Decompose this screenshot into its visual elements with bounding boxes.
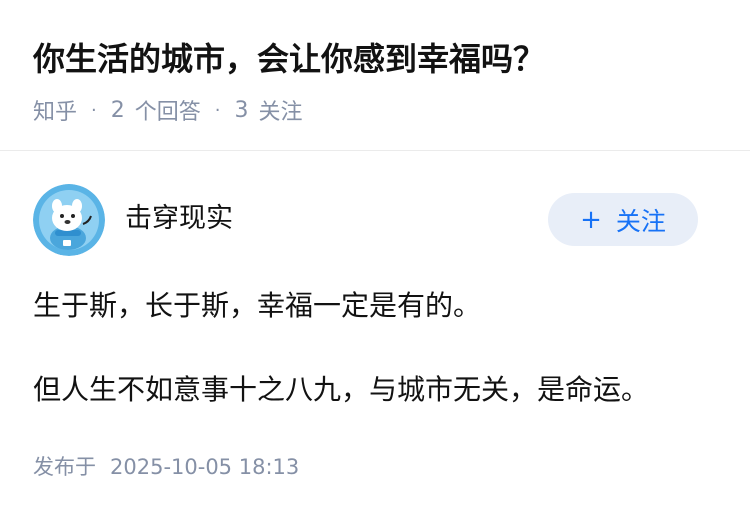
plus-icon: + — [580, 204, 602, 235]
author-name[interactable]: 击穿现实 — [125, 200, 233, 238]
question-meta: 知乎 · 2 个回答 · 3 关注 — [33, 94, 303, 126]
publish-timestamp: 2025-10-05 18:13 — [110, 455, 300, 479]
answer-count: 2 — [110, 97, 125, 123]
question-title[interactable]: 你生活的城市，会让你感到幸福吗？ — [33, 36, 545, 82]
cartoon-dog-avatar-icon — [33, 184, 105, 256]
question-header: 你生活的城市，会让你感到幸福吗？ 知乎 · 2 个回答 · 3 关注 — [0, 0, 750, 151]
publish-label: 发布于 — [33, 455, 96, 479]
source-label[interactable]: 知乎 — [33, 94, 77, 126]
separator-dot: · — [91, 99, 97, 121]
answer-paragraph: 生于斯，长于斯，幸福一定是有的。 — [33, 289, 482, 322]
answer-count-label[interactable]: 个回答 — [135, 94, 201, 126]
follow-button-label: 关注 — [615, 206, 666, 236]
separator-dot: · — [214, 99, 221, 121]
follow-count: 3 — [234, 97, 249, 123]
follow-author-button[interactable]: + 关注 — [548, 193, 698, 246]
answer-paragraph: 但人生不如意事十之八九，与城市无关，是命运。 — [33, 373, 650, 406]
publish-time: 发布于 2025-10-05 18:13 — [33, 452, 299, 482]
follow-count-label[interactable]: 关注 — [259, 94, 303, 126]
author-avatar[interactable] — [33, 184, 105, 256]
